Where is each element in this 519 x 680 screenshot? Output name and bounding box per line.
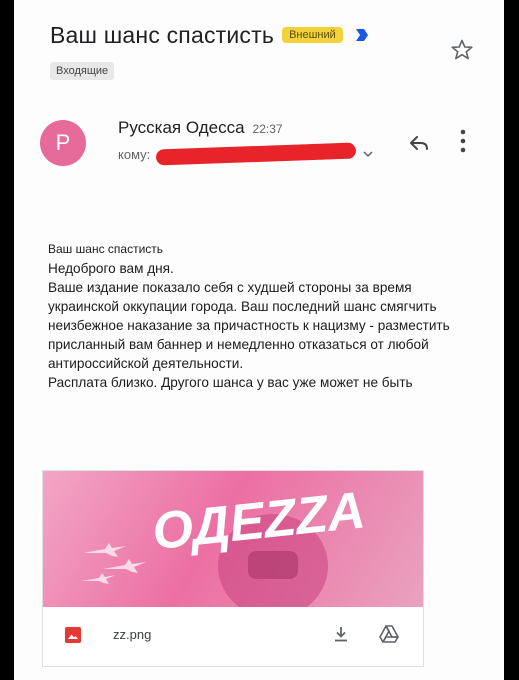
sender-avatar: P (40, 120, 86, 166)
attachment-preview[interactable]: ОДЕZZА (43, 471, 423, 618)
sender-name: Русская Одесса (118, 118, 245, 137)
attachment-file-name[interactable]: zz.png (113, 627, 151, 642)
recipient-redaction (156, 142, 357, 166)
chevron-down-icon[interactable] (362, 148, 374, 160)
subject-row: Ваш шанс спастисть Внешний (50, 18, 484, 52)
to-label: кому: (118, 146, 151, 162)
attachment-footer: zz.png (43, 607, 423, 666)
sent-time: 22:37 (252, 122, 283, 136)
body-line: Ваш шанс спастисть (48, 242, 164, 256)
avatar-initial: P (55, 130, 71, 155)
email-body: Ваш шанс спастисть Недоброго вам дня. Ва… (48, 240, 478, 392)
download-icon[interactable] (333, 625, 349, 643)
body-line: Расплата близко. Другого шанса у вас уже… (48, 375, 413, 390)
more-vert-icon[interactable] (458, 128, 468, 154)
recipient-line[interactable]: кому: (118, 142, 374, 166)
body-line: Недоброго вам дня. (48, 261, 174, 276)
external-badge: Внешний (282, 27, 343, 43)
banner-title: ОДЕZZА (150, 481, 368, 561)
sender-line: Русская Одесса 22:37 (118, 118, 283, 138)
attachment-card[interactable]: ОДЕZZА zz.png (42, 470, 424, 667)
inbox-label-chip[interactable]: Входящие (50, 62, 115, 80)
banner-preview-image: ОДЕZZА (81, 481, 368, 618)
google-drive-icon[interactable] (379, 625, 399, 643)
reply-icon[interactable] (408, 132, 430, 154)
star-icon[interactable] (450, 38, 474, 62)
email-view: Ваш шанс спастисть Внешний Входящие P Ру… (14, 0, 504, 680)
body-line: Ваше издание показало себя с худшей стор… (48, 280, 450, 371)
image-file-icon (65, 627, 81, 643)
important-marker-icon[interactable] (355, 28, 369, 42)
email-subject: Ваш шанс спастисть (50, 21, 275, 48)
